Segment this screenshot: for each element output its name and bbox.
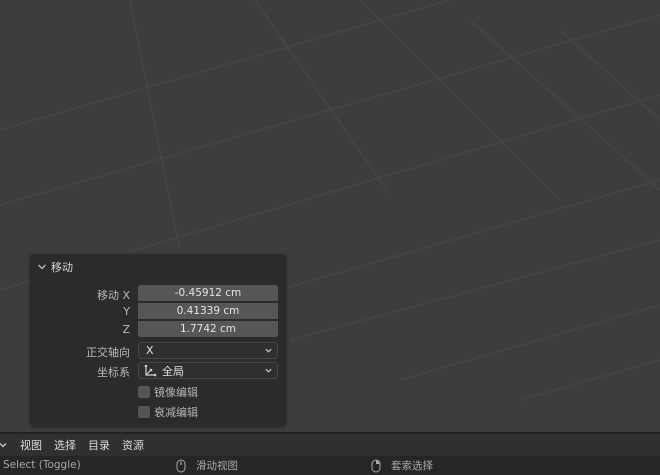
proportional-edit-label: 衰减编辑 [154, 406, 198, 419]
move-z-field[interactable]: 1.7742 cm [138, 321, 278, 337]
chevron-down-icon [265, 368, 272, 373]
orient-axis-dropdown[interactable]: X [138, 342, 278, 359]
global-axes-icon [144, 364, 157, 376]
mirror-edit-checkbox[interactable] [138, 386, 150, 398]
move-x-field[interactable]: -0.45912 cm [138, 285, 278, 301]
coord-system-label: 坐标系 [97, 366, 130, 379]
chevron-down-icon[interactable] [0, 440, 8, 450]
move-y-label: Y [123, 305, 130, 318]
pan-view-label: 滑动视图 [196, 460, 238, 472]
orient-axis-label: 正交轴向 [86, 346, 130, 359]
operator-title: 移动 [51, 261, 73, 274]
move-x-label: 移动 X [96, 289, 130, 302]
viewport-header-menubar: 视图 选择 目录 资源 [0, 432, 660, 456]
coord-system-value: 全局 [162, 364, 184, 378]
move-y-field[interactable]: 0.41339 cm [138, 303, 278, 319]
pan-view-hint: 滑动视图 [176, 458, 238, 473]
chevron-down-icon [265, 348, 272, 353]
orient-axis-value: X [146, 344, 154, 357]
mirror-edit-row[interactable]: 镜像编辑 [138, 384, 198, 400]
menu-catalog[interactable]: 目录 [88, 437, 110, 453]
proportional-edit-row[interactable]: 衰减编辑 [138, 404, 198, 420]
status-select-hint: Select (Toggle) [3, 459, 81, 471]
operator-panel[interactable]: 移动 移动 X -0.45912 cm Y 0.41339 cm Z 1.774… [30, 254, 286, 426]
proportional-edit-checkbox[interactable] [138, 406, 150, 418]
mouse-middle-icon [176, 459, 186, 472]
coord-system-dropdown[interactable]: 全局 [138, 362, 278, 379]
menu-view[interactable]: 视图 [20, 437, 42, 453]
chevron-down-icon[interactable] [36, 261, 48, 273]
mouse-right-icon [371, 459, 381, 472]
lasso-select-label: 套索选择 [391, 460, 433, 472]
mirror-edit-label: 镜像编辑 [154, 386, 198, 399]
menu-assets[interactable]: 资源 [122, 437, 144, 453]
lasso-select-hint: 套索选择 [371, 458, 433, 473]
operator-panel-header[interactable]: 移动 [36, 259, 73, 275]
menu-select[interactable]: 选择 [54, 437, 76, 453]
status-bar: Select (Toggle) 滑动视图 套索选择 [0, 456, 660, 475]
move-z-label: Z [122, 323, 130, 336]
